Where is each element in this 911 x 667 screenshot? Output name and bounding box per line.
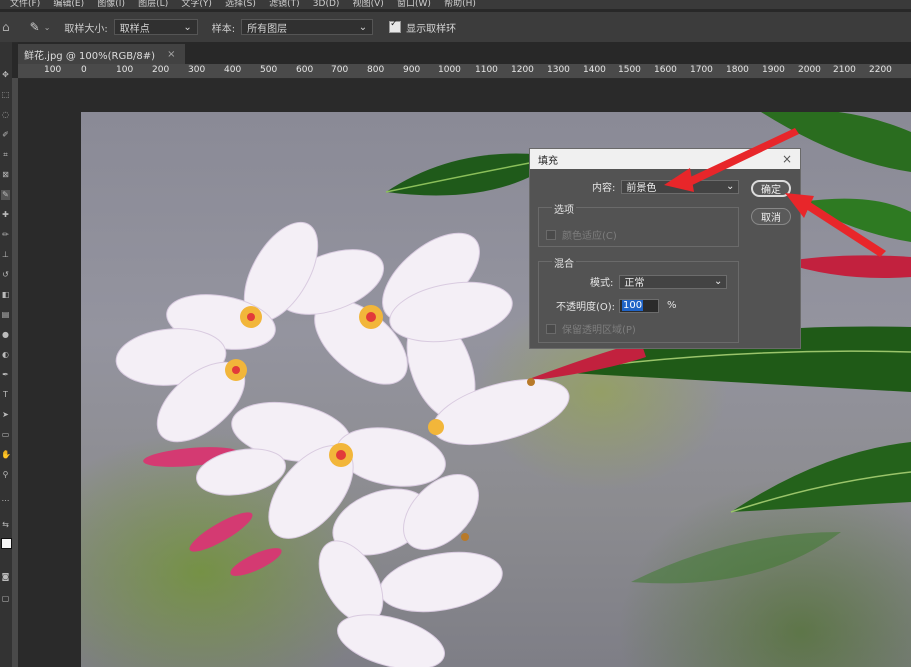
red-arrow-ok bbox=[785, 193, 886, 257]
annotation-arrows bbox=[664, 128, 886, 257]
red-arrow-content bbox=[664, 128, 799, 192]
